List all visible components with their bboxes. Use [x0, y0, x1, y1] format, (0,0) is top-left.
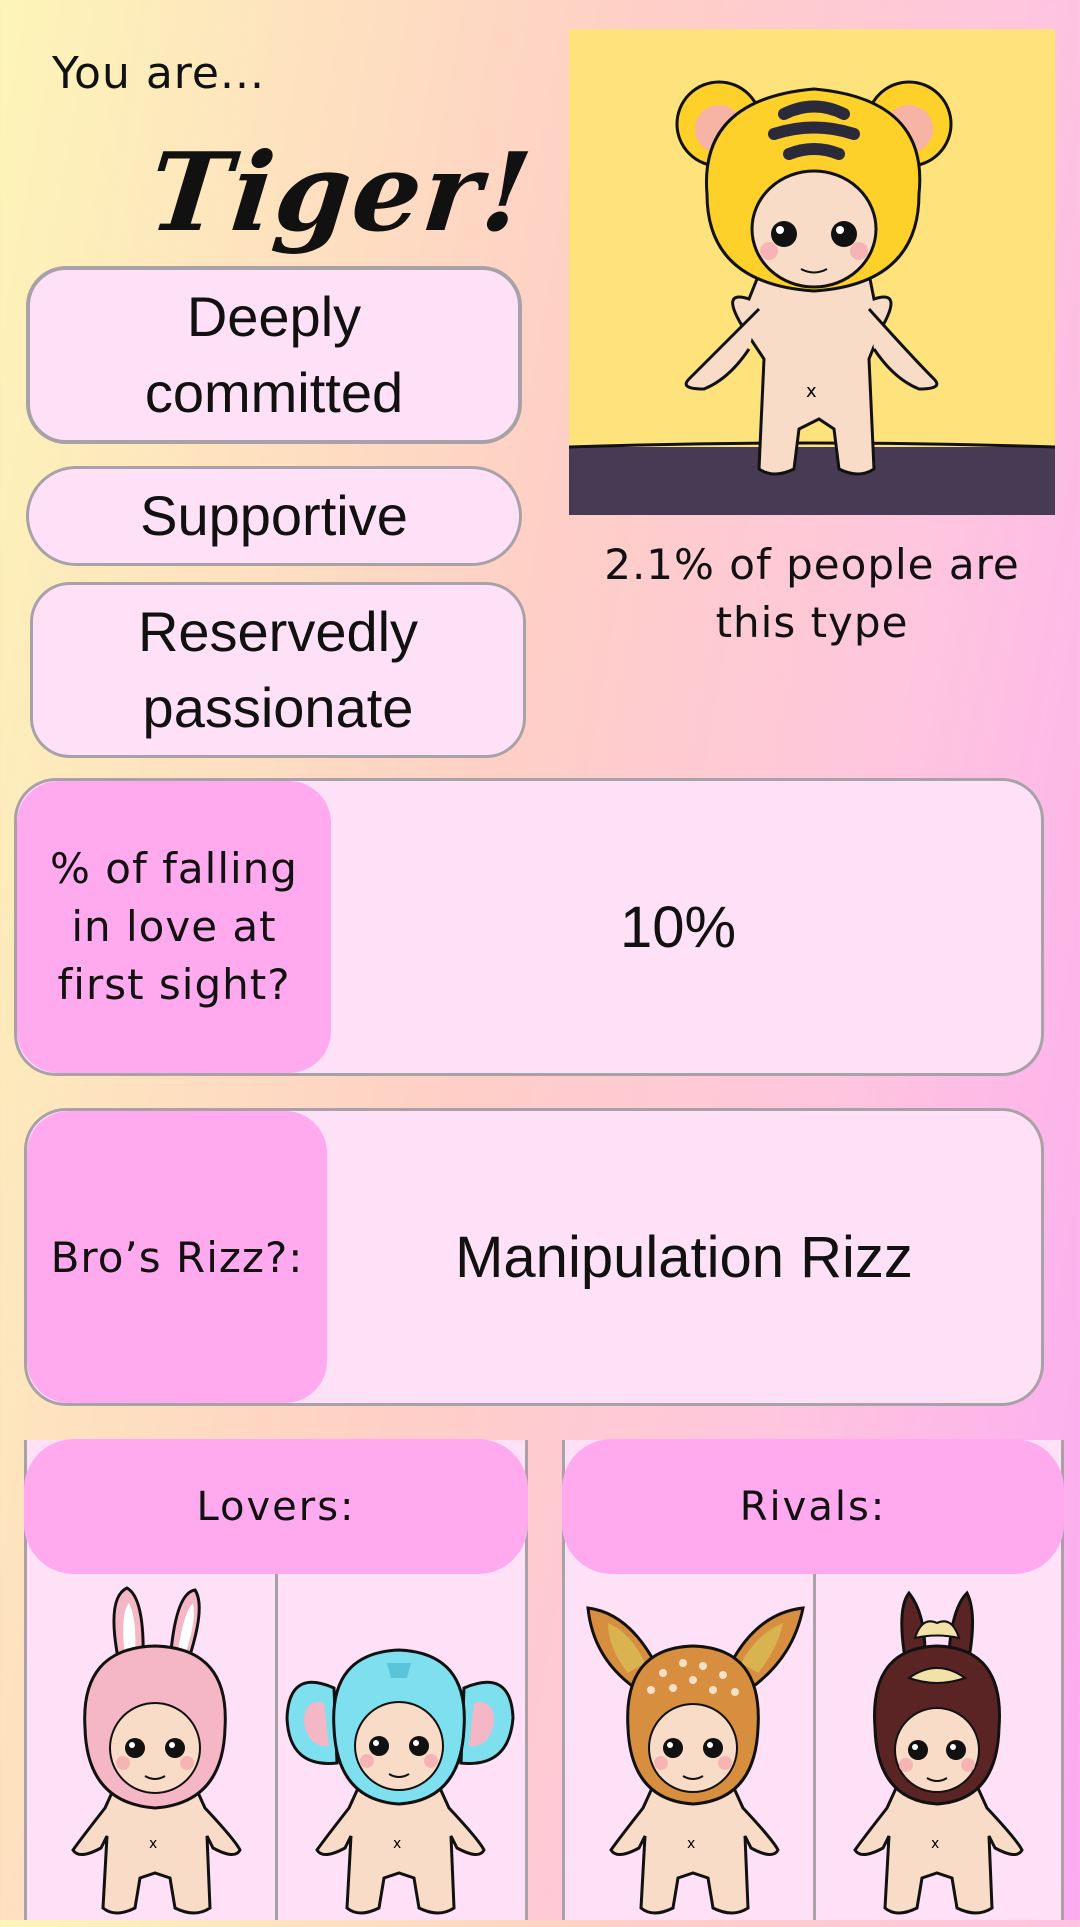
- love-first-sight-card: % of falling in love at first sight? 10%: [14, 778, 1044, 1076]
- bunny-hood-doll-icon: x: [35, 1578, 275, 1923]
- svg-text:x: x: [149, 1836, 157, 1852]
- deer-hood-doll-icon: x: [573, 1578, 813, 1923]
- svg-text:x: x: [806, 381, 817, 402]
- trait-label-3: Reservedly passionate: [137, 600, 419, 739]
- trait-label-1: Deeply committed: [144, 285, 404, 424]
- rizz-label: Bro’s Rizz?:: [27, 1111, 327, 1403]
- lovers-panel: x x Lovers:: [24, 1439, 528, 1923]
- trait-pill-2: Supportive: [26, 466, 522, 566]
- divider: [275, 1570, 278, 1920]
- trait-label-2: Supportive: [140, 484, 408, 547]
- rivals-header: Rivals:: [562, 1439, 1064, 1574]
- horse-hood-doll-icon: x: [817, 1578, 1057, 1923]
- type-percentage: 2.1% of people are this type: [604, 540, 1020, 647]
- svg-text:x: x: [931, 1836, 939, 1852]
- lovers-header: Lovers:: [24, 1439, 528, 1574]
- svg-text:x: x: [687, 1836, 695, 1852]
- trait-pill-1: Deeply committed: [26, 266, 522, 444]
- tiger-hood-doll-icon: x: [569, 29, 1055, 515]
- trait-pill-3: Reservedly passionate: [30, 582, 526, 758]
- rizz-value: Manipulation Rizz: [455, 1224, 913, 1290]
- love-first-sight-value: 10%: [619, 894, 737, 960]
- type-name-title: Tiger!: [143, 130, 539, 256]
- intro-text: You are...: [52, 48, 265, 99]
- tiger-portrait: x: [569, 29, 1055, 515]
- love-first-sight-label: % of falling in love at first sight?: [17, 781, 331, 1073]
- rizz-card: Bro’s Rizz?: Manipulation Rizz: [24, 1108, 1044, 1406]
- svg-text:x: x: [393, 1836, 401, 1852]
- divider: [813, 1570, 816, 1920]
- elephant-hood-doll-icon: x: [279, 1578, 519, 1923]
- rivals-panel: x x Rivals:: [562, 1439, 1064, 1923]
